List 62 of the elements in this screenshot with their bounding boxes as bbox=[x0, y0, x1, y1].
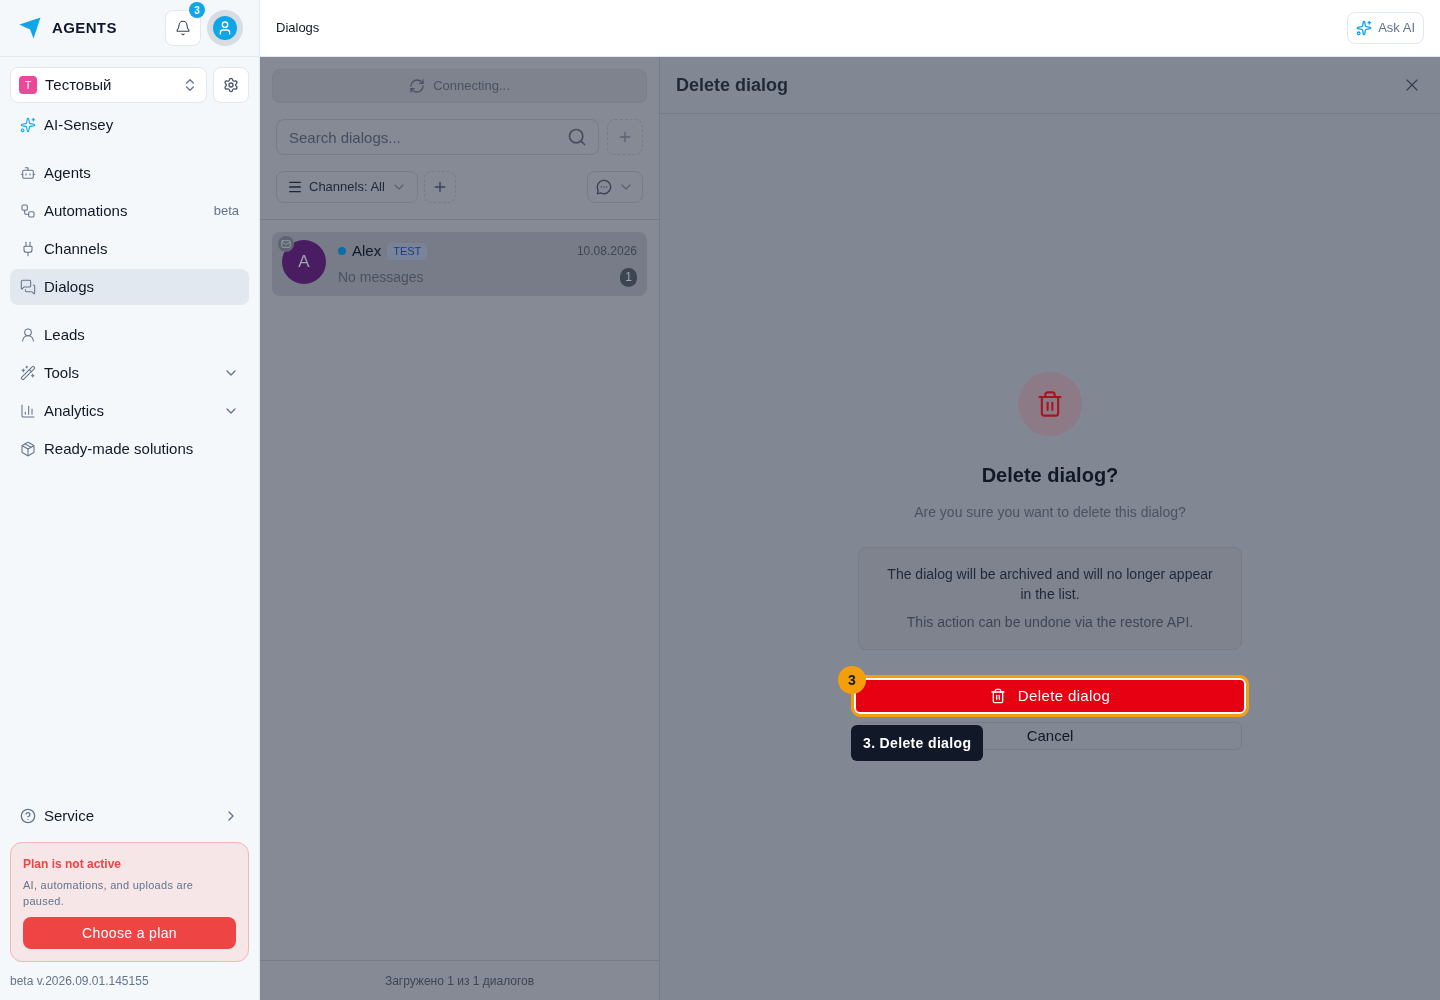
modal-title: Delete dialog bbox=[676, 73, 790, 97]
sidebar-item[interactable]: Channels bbox=[10, 231, 249, 267]
refresh-icon bbox=[409, 78, 426, 94]
avatar: A bbox=[282, 240, 326, 284]
info-text: The dialog will be archived and will no longer appear in the list. bbox=[886, 565, 1214, 604]
mail-icon bbox=[278, 236, 294, 252]
workspace-selector[interactable]: T Тестовый bbox=[10, 67, 207, 103]
sparkle-icon bbox=[1356, 20, 1373, 36]
sidebar-item[interactable]: AI-Sensey bbox=[10, 107, 249, 143]
test-tag: TEST bbox=[387, 243, 428, 260]
plus-icon bbox=[617, 129, 633, 145]
add-filter-button[interactable] bbox=[423, 171, 456, 203]
channels-filter[interactable]: Channels: All bbox=[276, 171, 418, 203]
contact-name: Alex bbox=[352, 241, 382, 261]
nav-icon bbox=[20, 241, 36, 257]
unread-count: 1 bbox=[620, 267, 637, 287]
chat-bubble-icon bbox=[596, 179, 612, 195]
step-badge: 3 bbox=[838, 666, 866, 694]
choose-plan-button[interactable]: Choose a plan bbox=[23, 917, 236, 949]
nav-icon bbox=[20, 203, 36, 219]
sidebar-item[interactable]: Ready-made solutions bbox=[10, 431, 249, 467]
sidebar-item[interactable]: Tools bbox=[10, 355, 249, 391]
sidebar-item[interactable]: Leads bbox=[10, 317, 249, 353]
sidebar-item[interactable]: Dialogs bbox=[10, 269, 249, 305]
nav-icon bbox=[20, 441, 36, 457]
sidebar-item[interactable]: Automations beta bbox=[10, 193, 249, 229]
menu-icon bbox=[287, 179, 303, 195]
step-tooltip: 3. Delete dialog bbox=[851, 725, 984, 761]
trash-icon bbox=[989, 688, 1006, 704]
bell-icon bbox=[175, 20, 191, 36]
nav-icon bbox=[20, 403, 36, 419]
message-filter[interactable] bbox=[587, 171, 643, 203]
dialog-date: 10.08.2026 bbox=[576, 243, 637, 261]
confirm-heading: Delete dialog? bbox=[981, 463, 1119, 488]
sidebar-item[interactable]: Analytics bbox=[10, 393, 249, 429]
add-button[interactable] bbox=[607, 119, 643, 155]
version-text: beta v.2026.09.01.145155 bbox=[10, 973, 150, 990]
plan-title: Plan is not active bbox=[23, 856, 123, 873]
info-note: This action can be undone via the restore API. bbox=[905, 613, 1195, 632]
service-item[interactable]: Service bbox=[10, 798, 249, 834]
settings-button[interactable] bbox=[213, 67, 249, 103]
sparkle-icon bbox=[20, 117, 36, 133]
nav-icon bbox=[20, 165, 36, 181]
sidebar-item[interactable]: Agents bbox=[10, 155, 249, 191]
breadcrumb: Dialogs bbox=[276, 19, 321, 38]
nav-icon bbox=[20, 365, 36, 381]
dialogs-footer: Загружено 1 из 1 диалогов bbox=[260, 960, 659, 1000]
ask-ai-button[interactable]: Ask AI bbox=[1347, 12, 1424, 44]
notification-count: 3 bbox=[189, 2, 205, 18]
search-field[interactable]: Search dialogs... bbox=[276, 119, 599, 155]
workspace-avatar: T bbox=[19, 76, 37, 94]
nav-icon bbox=[20, 327, 36, 343]
logo-text: AGENTS bbox=[52, 17, 117, 38]
delete-dialog-button[interactable]: Delete dialog bbox=[854, 678, 1246, 714]
help-icon bbox=[20, 808, 36, 824]
beta-label: beta bbox=[213, 202, 239, 221]
profile-button[interactable] bbox=[207, 10, 243, 46]
settings-icon bbox=[223, 77, 239, 93]
nav-icon bbox=[20, 279, 36, 295]
user-icon bbox=[213, 16, 237, 40]
search-icon bbox=[567, 127, 587, 147]
plan-text: AI, automations, and uploads are paused. bbox=[23, 878, 195, 909]
